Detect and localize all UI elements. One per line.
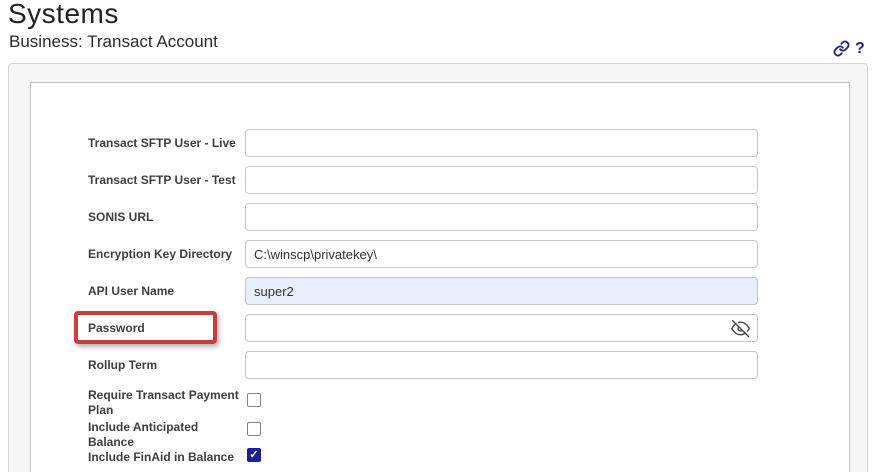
require-transact-payment-plan-checkbox[interactable]: [247, 393, 261, 407]
api-user-name-input[interactable]: [245, 277, 758, 305]
help-icon[interactable]: ?: [855, 40, 865, 57]
label-require-transact-payment-plan: Require Transact Payment Plan: [88, 388, 239, 417]
eye-off-icon[interactable]: [731, 319, 750, 338]
label-include-finaid-in-balance: Include FinAid in Balance: [88, 450, 235, 464]
label-transact-sftp-user-test: Transact SFTP User - Test: [88, 173, 236, 187]
page-subtitle: Business: Transact Account: [9, 32, 218, 51]
transact-sftp-user-live-input[interactable]: [245, 129, 758, 157]
include-anticipated-balance-checkbox[interactable]: [247, 422, 261, 436]
label-include-anticipated-balance: Include Anticipated Balance: [88, 420, 199, 449]
label-encryption-key-directory: Encryption Key Directory: [88, 247, 233, 261]
sonis-url-input[interactable]: [245, 203, 758, 231]
link-icon[interactable]: [833, 40, 850, 57]
label-password: Password: [88, 321, 145, 335]
password-field-wrap: [245, 314, 758, 342]
rollup-term-input[interactable]: [245, 351, 758, 379]
header-icons: ?: [833, 40, 865, 57]
label-api-user-name: API User Name: [88, 284, 175, 298]
systems-page: Systems Business: Transact Account ? Tra…: [0, 0, 876, 472]
encryption-key-directory-input[interactable]: [245, 240, 758, 268]
page-title: Systems: [8, 0, 119, 29]
label-rollup-term: Rollup Term: [88, 358, 158, 372]
label-sonis-url: SONIS URL: [88, 210, 154, 224]
include-finaid-in-balance-checkbox[interactable]: ✓: [247, 448, 261, 462]
label-transact-sftp-user-live: Transact SFTP User - Live: [88, 136, 236, 150]
transact-sftp-user-test-input[interactable]: [245, 166, 758, 194]
password-input[interactable]: [246, 315, 731, 341]
